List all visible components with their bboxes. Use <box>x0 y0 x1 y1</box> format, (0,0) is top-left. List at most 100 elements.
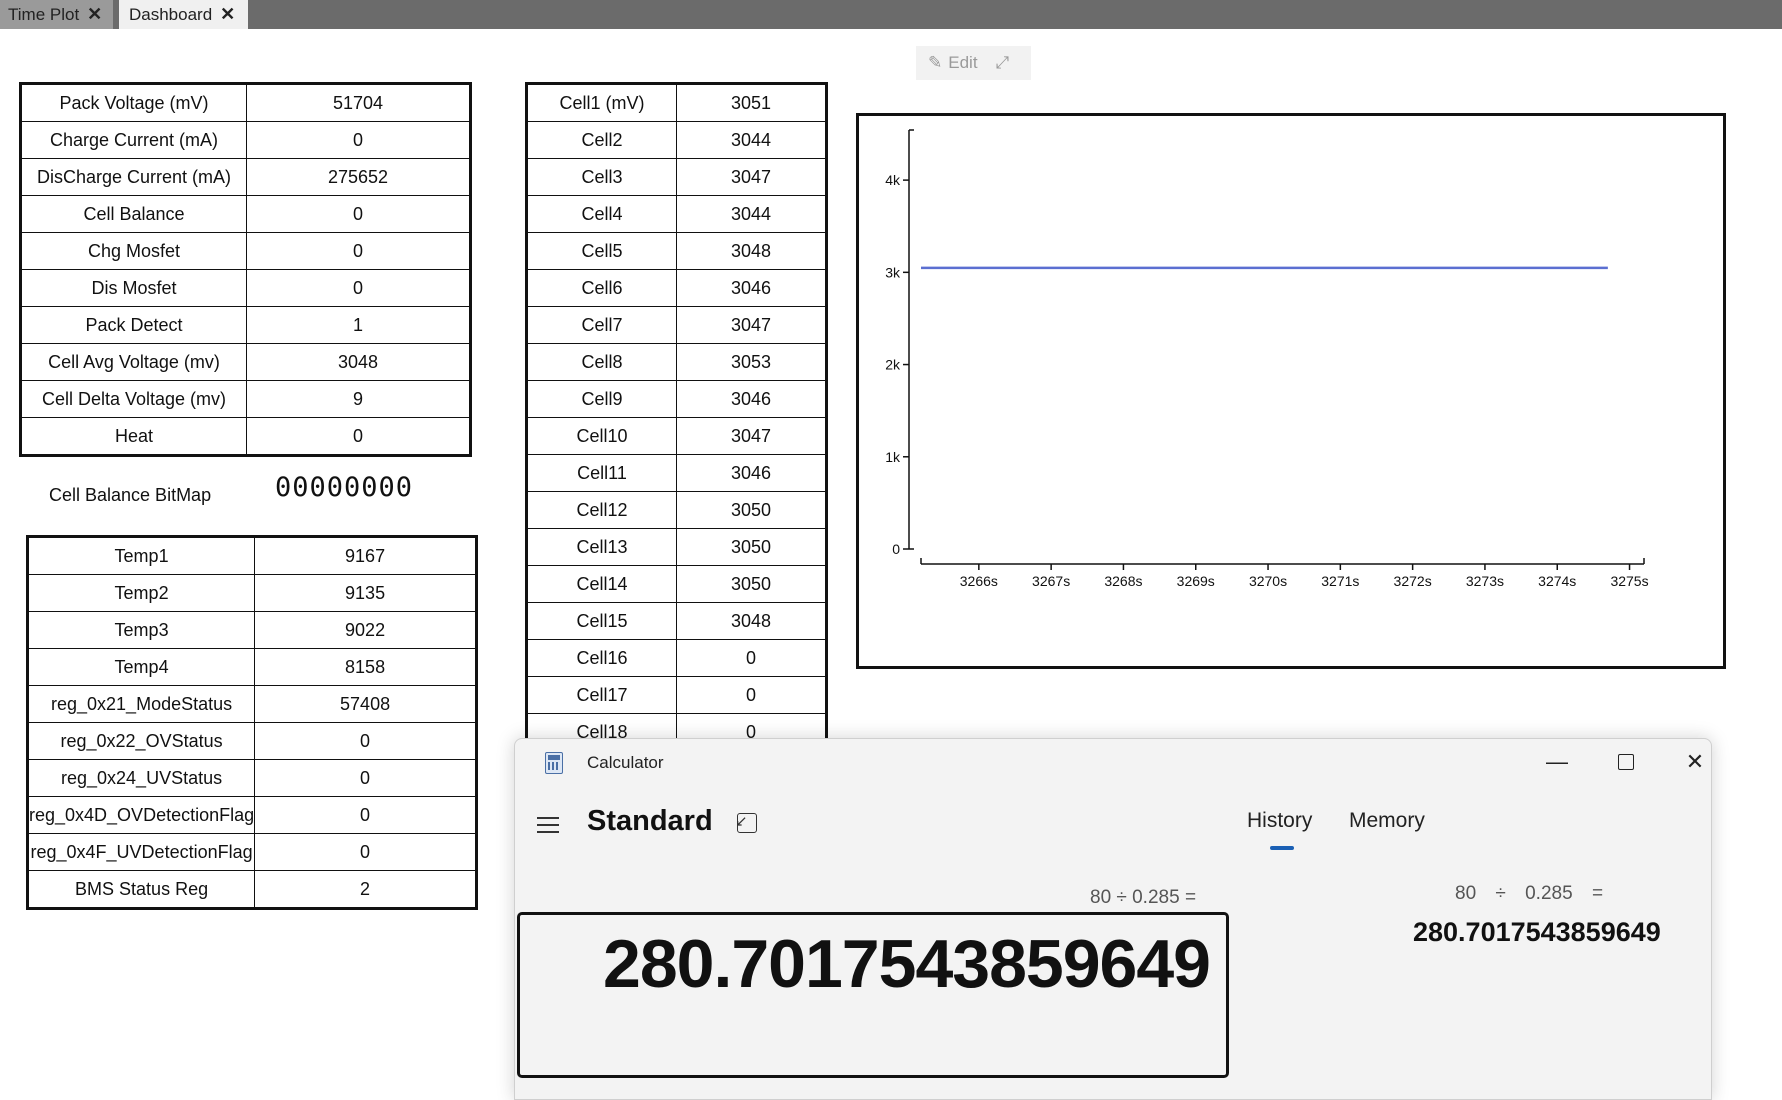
row-label: Cell Balance <box>20 195 247 233</box>
tab-dashboard[interactable]: Dashboard ✕ <box>119 0 248 29</box>
row-label: Pack Detect <box>20 306 247 344</box>
row-value: 9022 <box>254 611 477 649</box>
row-value: 3050 <box>676 528 827 566</box>
table-row: Pack Detect 1 <box>20 306 471 344</box>
row-value: 3047 <box>676 417 827 455</box>
row-value: 0 <box>246 232 471 270</box>
table-row: Cell11 3046 <box>526 454 827 492</box>
row-label: Cell12 <box>526 491 677 529</box>
row-label: DisCharge Current (mA) <box>20 158 247 196</box>
cell-voltage-table: Cell1 (mV) 3051 Cell2 3044 Cell3 3047 Cell4 304… <box>525 82 828 740</box>
row-value: 0 <box>676 713 827 740</box>
window-title: Calculator <box>587 753 664 772</box>
row-label: reg_0x21_ModeStatus <box>26 685 256 723</box>
row-value: 1 <box>246 306 471 344</box>
row-label: Cell4 <box>526 195 677 233</box>
table-row: Temp2 9135 <box>26 574 477 612</box>
row-value: 3044 <box>676 195 827 233</box>
row-value: 2 <box>254 870 477 909</box>
table-row: reg_0x24_UVStatus 0 <box>26 759 477 797</box>
table-row: Cell13 3050 <box>526 528 827 566</box>
x-tick-label: 3266s <box>960 573 998 589</box>
close-icon[interactable]: ✕ <box>87 4 102 25</box>
tab-time-plot[interactable]: Time Plot ✕ <box>0 0 113 29</box>
table-row: Cell16 0 <box>526 639 827 677</box>
row-label: BMS Status Reg <box>26 870 256 909</box>
tab-history-indicator <box>1270 846 1294 850</box>
row-value: 0 <box>246 195 471 233</box>
edit-toolbar: ✎ Edit ⤢ <box>916 46 1031 80</box>
expand-icon[interactable]: ⤢ <box>996 53 1010 73</box>
pencil-icon[interactable]: ✎ <box>928 53 942 73</box>
keep-on-top-icon[interactable] <box>735 812 757 833</box>
tab-label: Dashboard <box>129 4 213 24</box>
table-row: Chg Mosfet 0 <box>20 232 471 270</box>
table-row: Cell17 0 <box>526 676 827 714</box>
row-label: Cell18 <box>526 713 677 740</box>
table-row: Cell12 3050 <box>526 491 827 529</box>
maximize-icon <box>1618 754 1634 770</box>
row-label: Temp2 <box>26 574 256 612</box>
row-label: Cell3 <box>526 158 677 196</box>
x-tick-label: 3270s <box>1249 573 1287 589</box>
row-value: 0 <box>246 269 471 307</box>
row-label: Temp1 <box>26 536 256 575</box>
y-tick-label: 3k <box>885 264 901 280</box>
close-button[interactable]: ✕ <box>1675 745 1715 779</box>
calculator-result: 280.7017543859649 <box>603 926 1211 1002</box>
history-item-result[interactable]: 280.7017543859649 <box>1413 917 1661 948</box>
cell-balance-bitmap-value: 00000000 <box>275 472 414 503</box>
row-value: 3046 <box>676 380 827 418</box>
row-value: 3051 <box>676 83 827 122</box>
row-value: 0 <box>676 639 827 677</box>
edit-button[interactable]: Edit <box>948 53 977 73</box>
calculator-expression: 80 ÷ 0.285 = <box>1090 887 1197 908</box>
x-tick-label: 3267s <box>1032 573 1070 589</box>
row-value: 0 <box>246 121 471 159</box>
cell-balance-bitmap-label: Cell Balance BitMap <box>49 485 212 505</box>
row-value: 0 <box>254 759 477 797</box>
row-value: 0 <box>254 722 477 760</box>
chart-svg: 0 1k 2k 3k 4k 3266s 3267s 3268s 3269s 3270s 3271s 3… <box>885 129 1649 589</box>
row-value: 0 <box>254 796 477 834</box>
row-label: Cell17 <box>526 676 677 714</box>
x-tick-label: 3269s <box>1177 573 1215 589</box>
time-plot-chart: 0 1k 2k 3k 4k 3266s 3267s 3268s 3269s 3270s 3271s 3… <box>856 113 1726 669</box>
x-tick-label: 3272s <box>1394 573 1432 589</box>
hamburger-menu-icon[interactable] <box>537 815 561 835</box>
x-tick-label: 3275s <box>1610 573 1648 589</box>
row-label: Cell6 <box>526 269 677 307</box>
table-row: Charge Current (mA) 0 <box>20 121 471 159</box>
calculator-display: 280.7017543859649 <box>517 912 1229 1078</box>
row-label: Cell9 <box>526 380 677 418</box>
tab-label: Time Plot <box>8 4 80 24</box>
table-row: Cell Balance 0 <box>20 195 471 233</box>
row-label: Cell7 <box>526 306 677 344</box>
tab-memory[interactable]: Memory <box>1349 809 1425 833</box>
row-value: 3048 <box>676 232 827 270</box>
row-label: Cell10 <box>526 417 677 455</box>
x-tick-label: 3274s <box>1538 573 1576 589</box>
table-row: Pack Voltage (mV) 51704 <box>20 83 471 122</box>
row-label: reg_0x4F_UVDetectionFlag <box>26 833 256 871</box>
table-row: Cell2 3044 <box>526 121 827 159</box>
table-row: Temp1 9167 <box>26 536 477 575</box>
table-row: Cell Avg Voltage (mv) 3048 <box>20 343 471 381</box>
table-row: Cell6 3046 <box>526 269 827 307</box>
cell-voltage-table-viewport[interactable]: Cell1 (mV) 3051 Cell2 3044 Cell3 3047 Cell4 304… <box>525 82 828 740</box>
row-value: 8158 <box>254 648 477 686</box>
table-row: Cell14 3050 <box>526 565 827 603</box>
close-icon[interactable]: ✕ <box>220 4 235 25</box>
row-label: Cell15 <box>526 602 677 640</box>
table-row: Cell7 3047 <box>526 306 827 344</box>
table-row: reg_0x21_ModeStatus 57408 <box>26 685 477 723</box>
row-label: Cell8 <box>526 343 677 381</box>
row-label: Cell2 <box>526 121 677 159</box>
calculator-window: Calculator — ✕ Standard History Memory 8… <box>514 738 1712 1100</box>
maximize-button[interactable] <box>1606 745 1646 779</box>
minimize-button[interactable]: — <box>1537 745 1577 779</box>
tab-history[interactable]: History <box>1247 809 1312 833</box>
table-row: Cell8 3053 <box>526 343 827 381</box>
history-item-expression[interactable]: 80 ÷ 0.285 = <box>1455 883 1603 905</box>
row-label: reg_0x4D_OVDetectionFlag <box>26 796 256 834</box>
